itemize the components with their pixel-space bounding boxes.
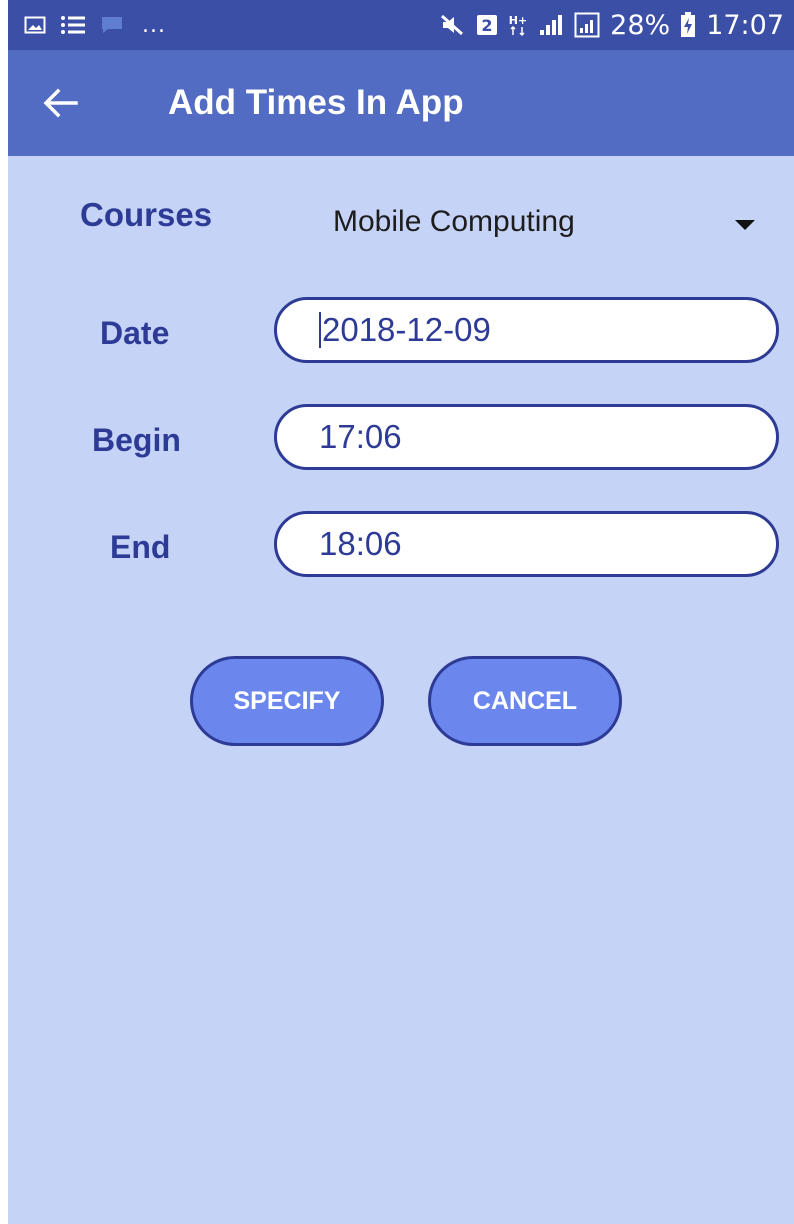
list-icon	[60, 14, 86, 36]
signal-2-icon	[574, 12, 600, 38]
begin-value: 17:06	[319, 418, 402, 455]
status-overflow: ...	[142, 12, 166, 38]
battery-percent: 28%	[610, 9, 671, 41]
arrow-left-icon[interactable]	[38, 81, 82, 125]
status-bar-right: 2 H+ 28% 17:07	[440, 10, 784, 41]
mute-icon	[440, 13, 466, 37]
dropdown-caret-icon	[734, 218, 756, 236]
sim-2-icon: 2	[476, 13, 498, 37]
course-dropdown[interactable]: Mobile Computing	[318, 198, 768, 246]
svg-text:2: 2	[482, 16, 493, 35]
image-icon	[24, 15, 46, 35]
cancel-button[interactable]: CANCEL	[428, 656, 622, 746]
date-value: 2018-12-09	[322, 311, 491, 348]
specify-button[interactable]: SPECIFY	[190, 656, 384, 746]
app-screen: ... 2 H+ 28% 17:07 Add Times In App Cour…	[8, 0, 794, 1224]
svg-text:H+: H+	[509, 14, 527, 27]
page-title: Add Times In App	[168, 83, 464, 122]
course-selected-value: Mobile Computing	[333, 205, 575, 238]
date-input[interactable]: 2018-12-09	[274, 297, 779, 363]
app-bar: Add Times In App	[8, 50, 794, 156]
status-bar: ... 2 H+ 28% 17:07	[8, 0, 794, 50]
text-cursor	[319, 312, 321, 348]
battery-charging-icon	[680, 12, 696, 38]
message-icon	[100, 15, 124, 35]
begin-time-input[interactable]: 17:06	[274, 404, 779, 470]
status-time: 17:07	[706, 9, 784, 41]
begin-label: Begin	[92, 422, 181, 458]
end-time-input[interactable]: 18:06	[274, 511, 779, 577]
end-label: End	[110, 529, 171, 565]
end-value: 18:06	[319, 525, 402, 562]
date-label: Date	[100, 315, 170, 351]
hplus-icon: H+	[508, 13, 528, 37]
signal-icon	[538, 13, 564, 37]
status-bar-left: ...	[24, 13, 166, 38]
courses-label: Courses	[80, 196, 213, 233]
